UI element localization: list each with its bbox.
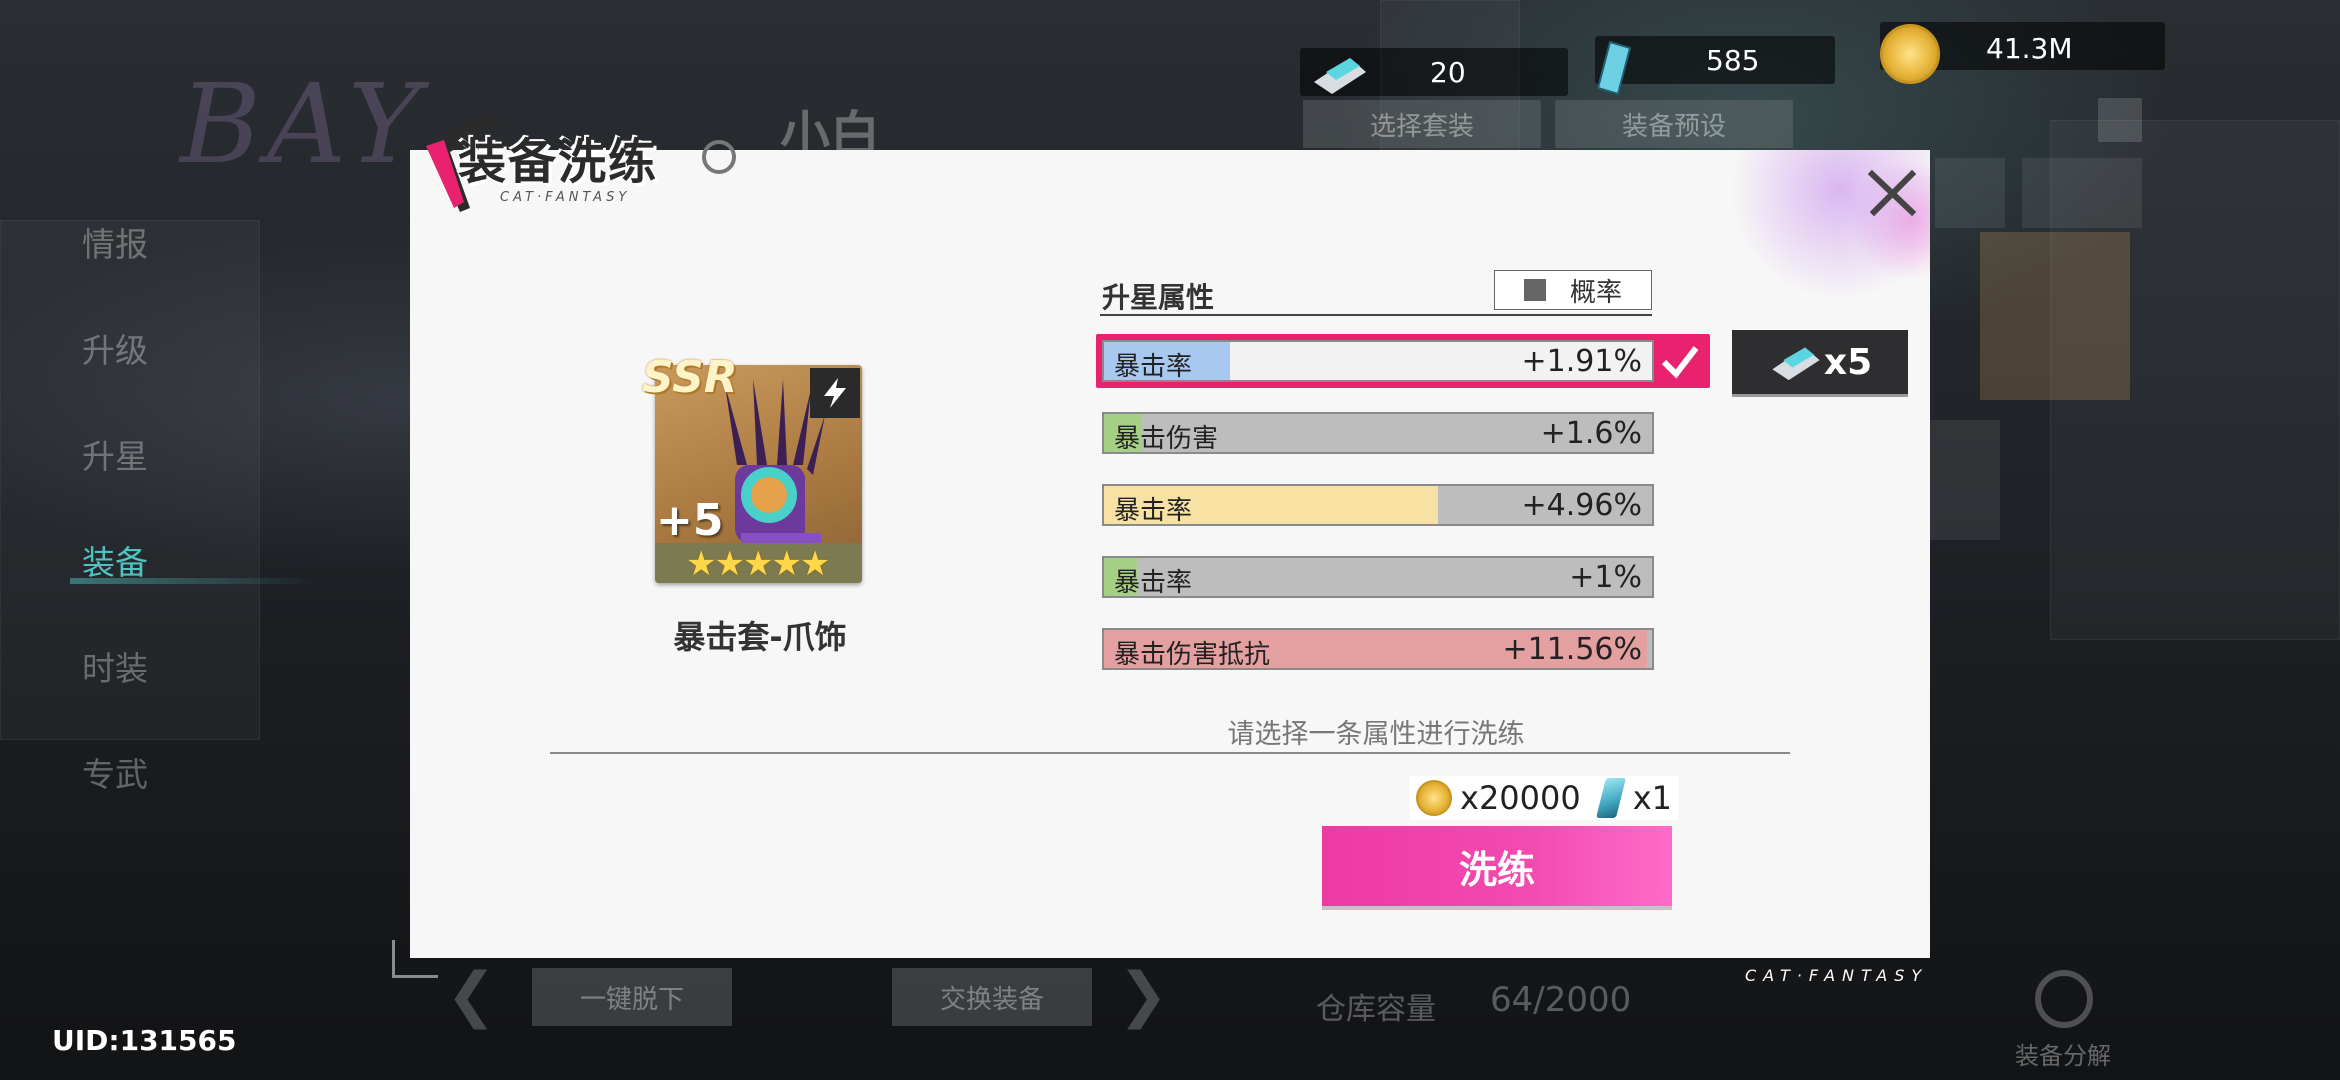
- lock-cost-label: x5: [1823, 341, 1873, 383]
- nav-item-equipment[interactable]: 装备: [82, 536, 148, 584]
- ticket-count: 20: [1430, 56, 1466, 89]
- attribute-row[interactable]: 暴击伤害 +1.6%: [1102, 412, 1654, 454]
- probability-button[interactable]: 概率: [1494, 270, 1652, 310]
- refine-cost: x20000 x1: [1410, 776, 1679, 820]
- nav-active-indicator: [70, 578, 320, 584]
- coin-icon: [1416, 780, 1452, 816]
- ticket-icon: [1772, 347, 1820, 381]
- hint-divider: [550, 752, 1790, 754]
- dialog-title-sub: CAT·FANTASY: [500, 190, 631, 205]
- coin-icon: [1880, 24, 1940, 84]
- attribute-row[interactable]: 暴击伤害抵抗 +11.56%: [1102, 628, 1654, 670]
- checkmark-icon: [1660, 342, 1700, 380]
- swap-equipment-button[interactable]: 交换装备: [892, 968, 1092, 1026]
- select-set-button[interactable]: 选择套装: [1303, 100, 1541, 148]
- attribute-row[interactable]: 暴击率 +4.96%: [1102, 484, 1654, 526]
- attribute-name: 暴击率: [1114, 568, 1193, 598]
- attribute-value: +4.96%: [1521, 488, 1642, 523]
- attribute-name: 暴击伤害抵抗: [1114, 640, 1271, 670]
- crystal-icon: [1595, 778, 1626, 818]
- equipment-slot[interactable]: [1930, 420, 2000, 540]
- refine-hint: 请选择一条属性进行洗练: [1227, 719, 1525, 750]
- crystal-cost: x1: [1632, 779, 1673, 817]
- ticket-icon: [1310, 52, 1370, 96]
- lock-cost-button[interactable]: x5: [1732, 330, 1908, 394]
- coin-cost: x20000: [1460, 779, 1581, 817]
- item-name: 暴击套-爪饰: [673, 618, 847, 656]
- refine-button[interactable]: 洗练: [1322, 826, 1672, 906]
- attribute-name: 暴击伤害: [1114, 424, 1219, 454]
- item-star-rating: ★★★★★: [686, 544, 830, 584]
- attribute-name: 暴击率: [1114, 352, 1193, 382]
- equipment-slot-tab[interactable]: [1935, 158, 2005, 228]
- unequip-all-button[interactable]: 一键脱下: [532, 968, 732, 1026]
- attribute-row[interactable]: 暴击率 +1.91%: [1102, 340, 1654, 382]
- refine-dialog: [410, 150, 1930, 958]
- nav-item-star-up[interactable]: 升星: [82, 430, 148, 478]
- dialog-title: 装备洗练: [458, 134, 659, 190]
- attribute-row[interactable]: 暴击率 +1%: [1102, 556, 1654, 598]
- background-logo: BAY: [180, 60, 427, 188]
- probability-label: 概率: [1569, 277, 1622, 308]
- nav-item-upgrade[interactable]: 升级: [82, 324, 148, 372]
- title-badge-icon: [702, 140, 736, 174]
- close-icon: [1867, 169, 1917, 217]
- brand-watermark: CAT·FANTASY: [1745, 966, 1929, 985]
- next-arrow-icon[interactable]: ❯: [1118, 960, 1168, 1030]
- nav-item-info[interactable]: 情报: [82, 218, 148, 266]
- nav-item-exclusive-weapon[interactable]: 专武: [82, 748, 148, 796]
- crystal-count: 585: [1706, 44, 1760, 77]
- storage-label: 仓库容量: [1316, 992, 1436, 1027]
- filter-settings-icon[interactable]: [2098, 98, 2142, 142]
- attribute-value: +11.56%: [1502, 632, 1642, 667]
- attribute-value: +1%: [1569, 560, 1642, 595]
- crystal-icon: [1596, 40, 1632, 96]
- attribute-value: +1.6%: [1540, 416, 1642, 451]
- item-level: +5: [656, 495, 724, 546]
- attributes-header-divider: [1100, 314, 1652, 316]
- nav-item-costume[interactable]: 时装: [82, 642, 148, 690]
- equipment-slot-tab[interactable]: [2022, 158, 2142, 228]
- rarity-badge: SSR: [642, 352, 738, 403]
- coin-count: 41.3M: [1986, 32, 2073, 65]
- attribute-name: 暴击率: [1114, 496, 1193, 526]
- equipment-preset-button[interactable]: 装备预设: [1555, 100, 1793, 148]
- attributes-header: 升星属性: [1102, 281, 1215, 314]
- probability-icon: [1523, 279, 1546, 301]
- storage-value: 64/2000: [1490, 980, 1632, 1020]
- decompose-icon[interactable]: [2035, 970, 2093, 1028]
- close-button[interactable]: [1862, 162, 1922, 222]
- equipment-slot[interactable]: [1980, 232, 2130, 400]
- attribute-value: +1.91%: [1521, 344, 1642, 379]
- prev-arrow-icon[interactable]: ❮: [446, 960, 496, 1030]
- lightning-icon: [810, 368, 860, 418]
- decompose-button[interactable]: 装备分解: [2015, 1036, 2111, 1071]
- user-id: UID:131565: [52, 1024, 237, 1057]
